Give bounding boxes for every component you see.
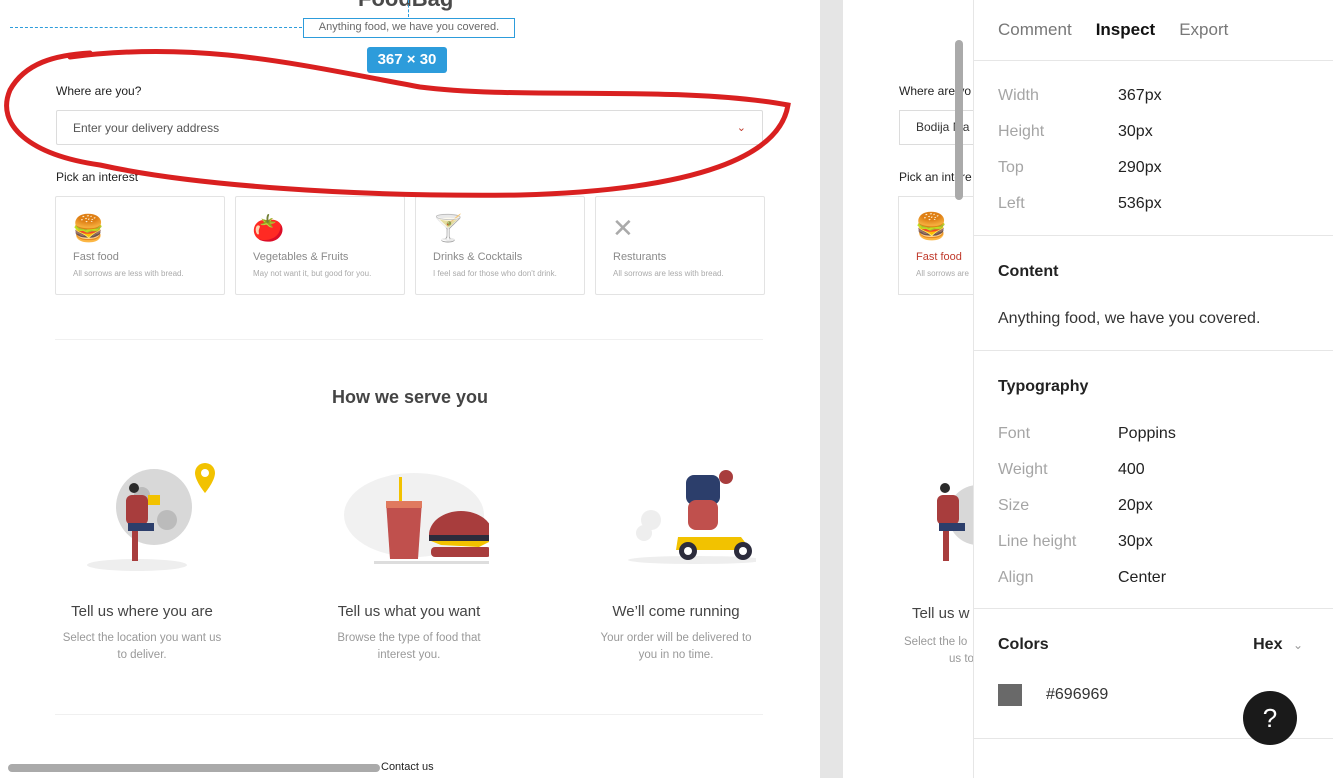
guide-line-horizontal [10,27,302,28]
step-description: Select the location you want us to deliv… [62,632,222,661]
content-text[interactable]: Anything food, we have you covered. [998,310,1309,328]
vertical-scrollbar[interactable] [955,40,963,200]
typography-title: Typography [998,378,1089,395]
card-title: Vegetables & Fruits [253,251,349,263]
step-description: Your order will be delivered to you in n… [600,632,752,661]
tab-inspect[interactable]: Inspect [1096,20,1156,40]
horizontal-scrollbar[interactable] [8,764,380,772]
card-title: Fast food [916,251,962,263]
chevron-down-icon: ⌄ [1292,638,1303,652]
fast-food-icon: 🍔 [72,213,105,243]
step-title: Tell us what you want [337,603,481,620]
fast-food-icon: 🍔 [915,211,948,241]
prop-font: Font Poppins [998,425,1176,442]
prop-align: Align Center [998,569,1167,586]
card-subtitle: May not want it, but good for you. [253,269,372,278]
interest-card-vegetables[interactable]: 🍅 Vegetables & Fruits May not want it, b… [235,196,405,295]
step-delivery: We’ll come running Your order will be de… [566,455,786,664]
design-canvas[interactable]: FoodBag Anything food, we have you cover… [0,0,1333,778]
tagline-selected[interactable]: Anything food, we have you covered. [303,18,515,38]
color-format-select[interactable]: Hex ⌄ [1253,636,1309,654]
contact-us-link[interactable]: Contact us [381,761,434,773]
step-description: us to [949,653,973,665]
card-title: Fast food [73,251,119,263]
colors-title: Colors [998,636,1049,653]
step-description: Browse the type of food that interest yo… [337,632,481,661]
prop-size: Size 20px [998,497,1153,514]
card-subtitle: All sorrows are less with bread. [613,269,724,278]
prop-top: Top 290px [998,159,1162,176]
guide-line-vertical [408,0,409,17]
card-title: Resturants [613,251,667,263]
interest-card-fast-food[interactable]: 🍔 Fast food All sorrows are less with br… [55,196,225,295]
delivery-illustration [596,455,764,585]
interest-card-fast-food[interactable]: 🍔 Fast food All sorrows are [898,196,973,295]
step-food: Tell us what you want Browse the type of… [299,455,519,664]
step-title: Tell us w [912,605,970,622]
step-description: Select the lo [904,636,968,648]
content-section: Content Anything food, we have you cover… [974,236,1333,351]
location-illustration [937,483,973,561]
content-title: Content [998,263,1059,280]
card-title: Drinks & Cocktails [433,251,523,263]
prop-weight: Weight 400 [998,461,1145,478]
interest-card-restaurants[interactable]: ✕ Resturants All sorrows are less with b… [595,196,765,295]
food-illustration [329,455,509,585]
color-hex-value[interactable]: #696969 [1046,686,1108,704]
card-subtitle: All sorrows are less with bread. [73,269,184,278]
red-annotation-scribble [4,48,791,198]
brand-logo-text: FoodBag [358,0,453,12]
help-button[interactable]: ? [1243,691,1297,745]
tab-comment[interactable]: Comment [998,20,1072,40]
inspect-panel: Comment Inspect Export Width 367px Height… [973,0,1333,778]
interest-card-drinks[interactable]: 🍸 Drinks & Cocktails I feel sad for thos… [415,196,585,295]
footer-divider [55,714,763,715]
section-title: How we serve you [331,387,489,407]
cocktail-icon: 🍸 [432,213,465,243]
step-title: We’ll come running [612,603,740,620]
panel-tabs: Comment Inspect Export [974,0,1333,61]
typography-section: Typography Font Poppins Weight 400 Size 20p… [974,351,1333,609]
location-illustration [62,455,222,585]
layout-section: Width 367px Height 30px Top 290px Left 536px [974,61,1333,236]
prop-height: Height 30px [998,123,1153,140]
interest-cards: 🍔 Fast food All sorrows are less with br… [55,196,765,295]
step-location: Tell us where you are Select the locatio… [32,455,252,664]
vegetables-icon: 🍅 [252,213,285,243]
card-subtitle: I feel sad for those who don't drink. [433,269,557,278]
design-frame-main[interactable]: FoodBag Anything food, we have you cover… [0,0,820,778]
color-swatch [998,684,1022,706]
prop-left: Left 536px [998,195,1162,212]
cutlery-icon: ✕ [612,213,634,243]
card-subtitle: All sorrows are [916,269,969,278]
tab-export[interactable]: Export [1179,20,1228,40]
design-frame-secondary[interactable]: Where are yo Bodija Ma Pick an intere 🍔 … [843,0,973,778]
section-divider [55,339,763,340]
prop-line-height: Line height 30px [998,533,1153,550]
prop-width: Width 367px [998,87,1162,104]
step-title: Tell us where you are [71,603,213,620]
